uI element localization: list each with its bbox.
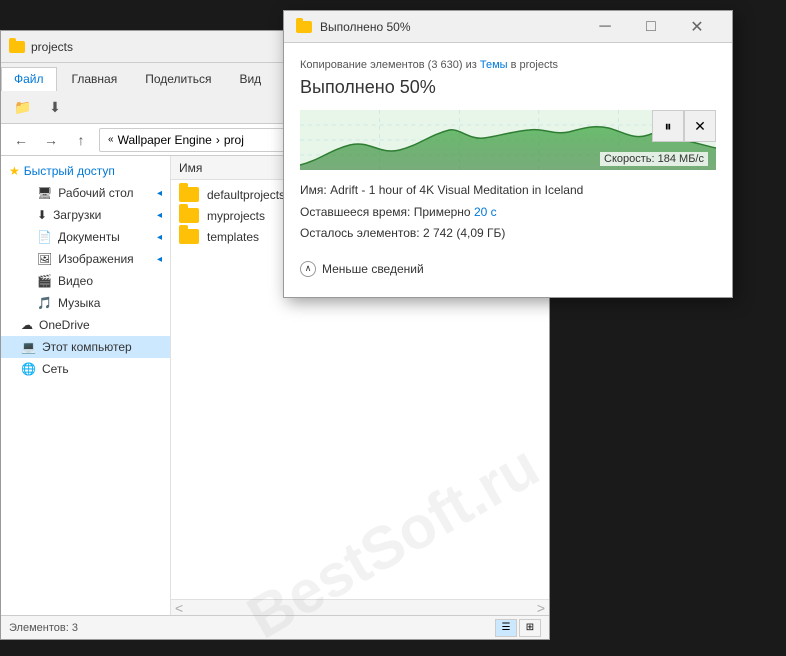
- file-name-label: Имя:: [300, 183, 327, 197]
- computer-icon: 💻: [21, 340, 36, 354]
- sidebar-item-network[interactable]: 🌐 Сеть: [1, 358, 170, 380]
- quick-access-label: Быстрый доступ: [24, 164, 115, 178]
- breadcrumb-part2: proj: [224, 133, 244, 147]
- quick-access-header[interactable]: ★ Быстрый доступ: [1, 160, 170, 182]
- pin-icon-desktop: ◂: [157, 188, 162, 199]
- sidebar-item-this-computer[interactable]: 💻 Этот компьютер: [1, 336, 170, 358]
- folder-title-icon: [9, 39, 25, 55]
- pin-icon-images: ◂: [157, 254, 162, 265]
- file-name-templates: templates: [207, 230, 259, 244]
- tab-home[interactable]: Главная: [59, 67, 131, 91]
- sidebar-label-images: Изображения: [58, 252, 133, 266]
- file-name-value-text: Adrift - 1 hour of 4K Visual Meditation …: [330, 183, 583, 197]
- dialog-title: Выполнено 50%: [320, 20, 582, 34]
- sidebar-label-onedrive: OneDrive: [39, 318, 90, 332]
- sidebar-label-videos: Видео: [58, 274, 93, 288]
- sidebar-item-documents[interactable]: 📄 Документы ◂: [1, 226, 170, 248]
- sidebar-label-computer: Этот компьютер: [42, 340, 132, 354]
- file-name-myprojects: myprojects: [207, 209, 265, 223]
- sidebar-item-onedrive[interactable]: ☁ OneDrive: [1, 314, 170, 336]
- network-icon: 🌐: [21, 362, 36, 376]
- image-icon: 🖼: [37, 252, 52, 266]
- status-text: Элементов: 3: [9, 622, 78, 634]
- dialog-minimize-button[interactable]: ─: [582, 11, 628, 43]
- dialog-titlebar: Выполнено 50% ─ □ ✕: [284, 11, 732, 43]
- dialog-body: Копирование элементов (3 630) из Темы в …: [284, 43, 732, 297]
- pin-icon-downloads: ◂: [157, 210, 162, 221]
- star-icon: ★: [9, 164, 20, 178]
- properties-button[interactable]: ⬇: [41, 95, 69, 119]
- document-icon: 📄: [37, 230, 52, 244]
- file-name-defaultprojects: defaultprojects: [207, 188, 285, 202]
- pause-button[interactable]: ⏸: [652, 110, 684, 142]
- tab-share[interactable]: Поделиться: [132, 67, 224, 91]
- dialog-maximize-button[interactable]: □: [628, 11, 674, 43]
- folder-icon-myprojects: [179, 208, 199, 223]
- scroll-right-arrow[interactable]: >: [537, 600, 545, 616]
- dialog-main-title: Выполнено 50%: [300, 77, 716, 98]
- details-label: Меньше сведений: [322, 262, 424, 276]
- speed-label: Скорость: 184 МБ/с: [600, 152, 708, 166]
- music-icon: 🎵: [37, 296, 52, 310]
- up-button[interactable]: ↑: [69, 128, 93, 152]
- download-icon: ⬇: [37, 208, 47, 222]
- subtitle-text: Копирование элементов (3 630) из: [300, 59, 477, 71]
- sidebar-label-network: Сеть: [42, 362, 69, 376]
- dialog-subtitle: Копирование элементов (3 630) из Темы в …: [300, 59, 716, 71]
- sidebar-item-videos[interactable]: 🎬 Видео: [1, 270, 170, 292]
- tab-view[interactable]: Вид: [226, 67, 274, 91]
- view-tiles-button[interactable]: ⊞: [519, 619, 541, 637]
- sidebar-item-images[interactable]: 🖼 Изображения ◂: [1, 248, 170, 270]
- tab-file[interactable]: Файл: [1, 67, 57, 91]
- chevron-up-icon: ∧: [300, 261, 316, 277]
- subtitle-end-text: в projects: [511, 59, 558, 71]
- dialog-title-controls: ─ □ ✕: [582, 11, 720, 43]
- sidebar-label-music: Музыка: [58, 296, 100, 310]
- items-left-label: Осталось элементов:: [300, 226, 420, 240]
- items-left-value: 2 742 (4,09 ГБ): [423, 226, 505, 240]
- view-buttons: ☰ ⊞: [495, 619, 541, 637]
- time-remaining-seconds: 20 с: [474, 205, 497, 219]
- dialog-close-button[interactable]: ✕: [674, 11, 720, 43]
- back-button[interactable]: ←: [9, 128, 33, 152]
- folder-icon-defaultprojects: [179, 187, 199, 202]
- breadcrumb-separator: «: [108, 134, 114, 145]
- view-details-button[interactable]: ☰: [495, 619, 517, 637]
- breadcrumb-arrow: ›: [216, 133, 220, 147]
- new-folder-button[interactable]: 📁: [9, 95, 37, 119]
- desktop-icon: 🖥: [37, 186, 52, 200]
- folder-icon-templates: [179, 229, 199, 244]
- time-remaining-label: Оставшееся время:: [300, 205, 410, 219]
- cloud-icon: ☁: [21, 318, 33, 332]
- dialog-info: Имя: Adrift - 1 hour of 4K Visual Medita…: [300, 180, 716, 245]
- items-left-row: Осталось элементов: 2 742 (4,09 ГБ): [300, 223, 716, 245]
- sidebar: ★ Быстрый доступ 🖥 Рабочий стол ◂ ⬇ Загр…: [1, 156, 171, 615]
- progress-container: Скорость: 184 МБ/с ⏸ ✕: [300, 110, 716, 170]
- forward-button[interactable]: →: [39, 128, 63, 152]
- sidebar-item-desktop[interactable]: 🖥 Рабочий стол ◂: [1, 182, 170, 204]
- sidebar-label-desktop: Рабочий стол: [58, 186, 133, 200]
- breadcrumb-part1: Wallpaper Engine: [118, 133, 212, 147]
- horizontal-scrollbar[interactable]: < >: [171, 599, 549, 615]
- details-button[interactable]: ∧ Меньше сведений: [300, 257, 716, 281]
- time-remaining-value: Примерно: [414, 205, 471, 219]
- progress-close-button[interactable]: ✕: [684, 110, 716, 142]
- copy-dialog: Выполнено 50% ─ □ ✕ Копирование элементо…: [283, 10, 733, 298]
- file-name-row: Имя: Adrift - 1 hour of 4K Visual Medita…: [300, 180, 716, 202]
- time-remaining-row: Оставшееся время: Примерно 20 с: [300, 202, 716, 224]
- status-bar: Элементов: 3 ☰ ⊞: [1, 615, 549, 639]
- sidebar-label-downloads: Загрузки: [53, 208, 101, 222]
- pin-icon-documents: ◂: [157, 232, 162, 243]
- dialog-title-icon: [296, 21, 312, 33]
- scroll-left-arrow[interactable]: <: [175, 600, 183, 616]
- video-icon: 🎬: [37, 274, 52, 288]
- sidebar-item-downloads[interactable]: ⬇ Загрузки ◂: [1, 204, 170, 226]
- sidebar-label-documents: Документы: [58, 230, 120, 244]
- subtitle-link[interactable]: Темы: [480, 59, 508, 71]
- column-name: Имя: [179, 161, 202, 175]
- sidebar-item-music[interactable]: 🎵 Музыка: [1, 292, 170, 314]
